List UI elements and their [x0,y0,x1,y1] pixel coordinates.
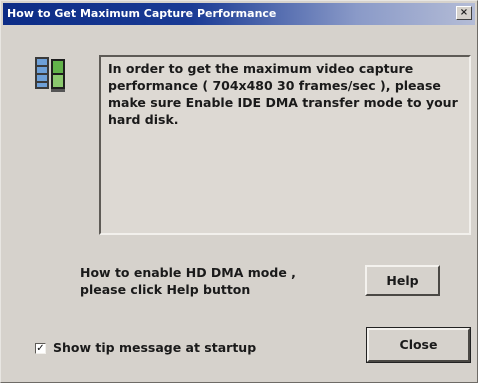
capture-performance-dialog: How to Get Maximum Capture Performance ×… [0,0,478,383]
close-button[interactable]: Close [366,327,471,363]
show-tip-checkbox[interactable]: ✓ [35,343,46,354]
help-button[interactable]: Help [365,265,440,296]
window-title: How to Get Maximum Capture Performance [7,7,277,20]
show-tip-label[interactable]: Show tip message at startup [53,339,256,356]
dma-hint-line-2: please click Help button [80,282,251,297]
dma-hint-text: How to enable HD DMA mode , please click… [80,264,330,298]
message-text: In order to get the maximum video captur… [108,61,458,127]
checkmark-icon: ✓ [36,343,45,354]
title-close-button[interactable]: × [456,6,472,20]
message-panel: In order to get the maximum video captur… [99,55,471,235]
dma-hint-line-1: How to enable HD DMA mode , [80,265,296,280]
close-icon: × [459,7,469,18]
title-bar[interactable]: How to Get Maximum Capture Performance × [3,3,475,25]
capture-card-icon [35,57,65,92]
